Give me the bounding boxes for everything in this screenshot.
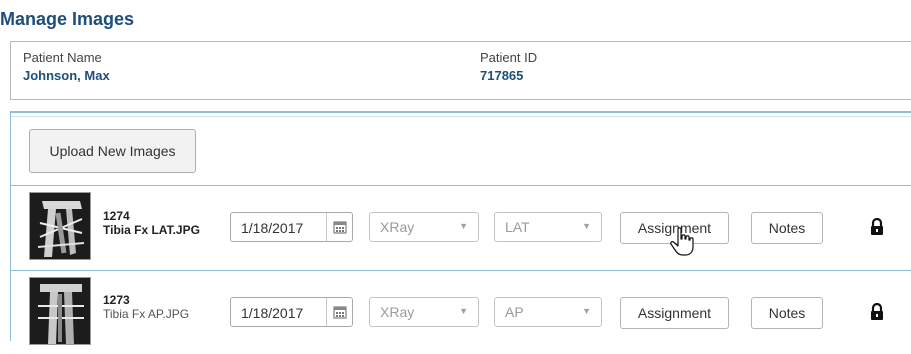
- image-thumbnail[interactable]: [29, 277, 91, 345]
- panel-divider: [11, 116, 911, 117]
- image-view-value: LAT: [505, 219, 530, 235]
- patient-name-label: Patient Name: [23, 50, 102, 65]
- assignment-button[interactable]: Assignment: [620, 297, 729, 329]
- hand-pointer-icon: [670, 227, 696, 262]
- image-thumbnail[interactable]: [29, 192, 91, 260]
- upload-new-images-button[interactable]: Upload New Images: [29, 129, 196, 173]
- image-type-value: XRay: [380, 219, 415, 235]
- image-view-select[interactable]: LAT ▼: [494, 212, 602, 242]
- chevron-down-icon: ▼: [582, 221, 591, 231]
- calendar-icon[interactable]: [326, 213, 352, 241]
- lock-icon[interactable]: [870, 302, 884, 326]
- image-type-select[interactable]: XRay ▼: [369, 297, 479, 327]
- image-view-value: AP: [505, 304, 524, 320]
- calendar-icon[interactable]: [326, 298, 352, 326]
- image-date-input[interactable]: 1/18/2017: [230, 212, 353, 242]
- image-date-value: 1/18/2017: [241, 220, 304, 236]
- page-title: Manage Images: [0, 9, 135, 29]
- patient-id-label: Patient ID: [480, 50, 538, 65]
- patient-info-panel: Patient Name Johnson, Max Patient ID 717…: [10, 41, 911, 100]
- image-date-input[interactable]: 1/18/2017: [230, 297, 353, 327]
- image-row: 1274 Tibia Fx LAT.JPG 1/18/2017 XRay ▼ L…: [11, 185, 911, 269]
- image-date-value: 1/18/2017: [241, 305, 304, 321]
- patient-id-value: 717865: [480, 68, 524, 83]
- image-id: 1274: [103, 209, 130, 223]
- chevron-down-icon: ▼: [582, 306, 591, 316]
- image-type-value: XRay: [380, 304, 415, 320]
- patient-name-value: Johnson, Max: [23, 68, 110, 83]
- image-type-select[interactable]: XRay ▼: [369, 212, 479, 242]
- images-panel: Upload New Images 1274 Tibia Fx LAT.JPG …: [10, 111, 911, 345]
- notes-button[interactable]: Notes: [751, 212, 823, 244]
- image-filename: Tibia Fx AP.JPG: [103, 307, 190, 321]
- image-row: 1273 Tibia Fx AP.JPG 1/18/2017 XRay ▼ AP: [11, 270, 911, 354]
- lock-icon[interactable]: [870, 217, 884, 241]
- notes-button[interactable]: Notes: [751, 297, 823, 329]
- chevron-down-icon: ▼: [459, 221, 468, 231]
- image-view-select[interactable]: AP ▼: [494, 297, 602, 327]
- patient-id-field: Patient ID 717865: [480, 50, 537, 85]
- image-id: 1273: [103, 293, 130, 307]
- chevron-down-icon: ▼: [459, 306, 468, 316]
- image-filename: Tibia Fx LAT.JPG: [103, 223, 200, 237]
- patient-name-field: Patient Name Johnson, Max: [23, 50, 110, 85]
